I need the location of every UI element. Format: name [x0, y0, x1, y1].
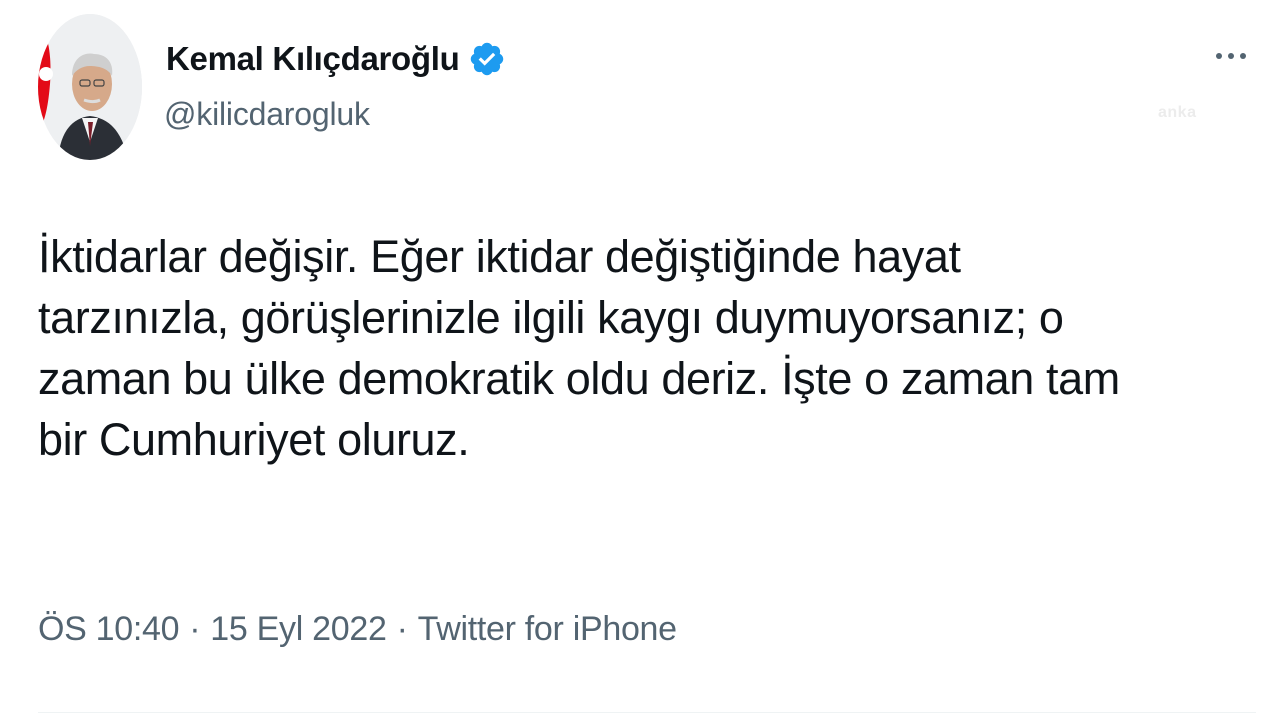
meta-separator: · — [189, 610, 201, 648]
tweet-card: Kemal Kılıçdaroğlu @kilicdarogluk anka İ… — [0, 0, 1280, 720]
more-options-button[interactable] — [1206, 36, 1256, 76]
author-display-name[interactable]: Kemal Kılıçdaroğlu — [166, 40, 460, 78]
tweet-date[interactable]: 15 Eyl 2022 — [210, 610, 387, 649]
verified-badge-icon — [468, 40, 506, 78]
watermark: anka — [1158, 104, 1197, 121]
author-handle[interactable]: @kilicdarogluk — [164, 96, 370, 133]
tweet-text: İktidarlar değişir. Eğer iktidar değişti… — [38, 231, 1120, 465]
meta-separator: · — [396, 610, 408, 648]
more-horizontal-icon-dot — [1228, 53, 1234, 59]
divider — [38, 712, 1256, 713]
more-horizontal-icon — [1216, 53, 1222, 59]
more-horizontal-icon-dot — [1240, 53, 1246, 59]
avatar[interactable] — [38, 14, 142, 160]
author-name-row: Kemal Kılıçdaroğlu — [166, 32, 506, 86]
tweet-time[interactable]: ÖS 10:40 — [38, 610, 180, 649]
tweet-source[interactable]: Twitter for iPhone — [418, 610, 677, 649]
tweet-metadata: ÖS 10:40 · 15 Eyl 2022 · Twitter for iPh… — [38, 610, 677, 649]
profile-photo-icon — [38, 14, 142, 160]
